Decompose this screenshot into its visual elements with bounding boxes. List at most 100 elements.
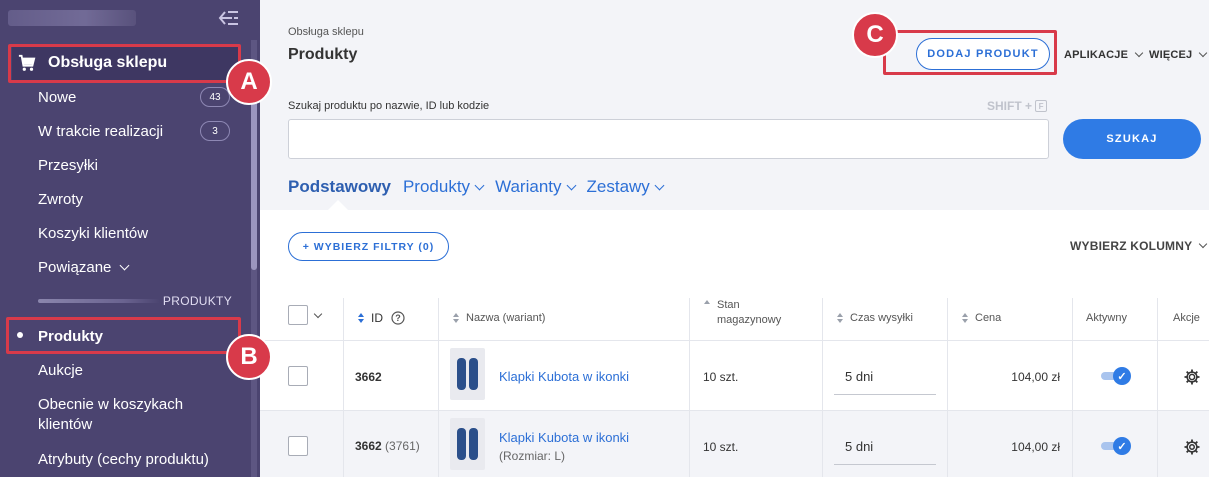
tab-label: Podstawowy bbox=[288, 177, 391, 196]
column-divider bbox=[1072, 298, 1073, 477]
collapse-sidebar-icon[interactable] bbox=[216, 8, 242, 30]
shortcut-key: F bbox=[1035, 100, 1048, 112]
gear-icon[interactable] bbox=[1183, 368, 1201, 386]
sidebar-item-nowe[interactable]: Nowe bbox=[38, 88, 76, 106]
gear-icon[interactable] bbox=[1183, 438, 1201, 456]
sidebar-item-customer-carts[interactable]: Koszyki klientów bbox=[38, 224, 148, 242]
chevron-down-icon bbox=[1134, 48, 1144, 58]
column-divider bbox=[689, 298, 690, 477]
product-price: 104,00 zł bbox=[1011, 440, 1060, 454]
chevron-down-icon bbox=[474, 180, 485, 190]
sidebar-item-label: Przesyłki bbox=[38, 156, 99, 174]
annotation-highlight-c bbox=[883, 30, 1057, 75]
column-header-name[interactable]: Nazwa (wariant) bbox=[453, 295, 545, 341]
product-price: 104,00 zł bbox=[1011, 370, 1060, 384]
select-all-checkbox[interactable] bbox=[288, 305, 308, 325]
product-thumbnail[interactable] bbox=[450, 418, 485, 470]
choose-columns-button[interactable]: WYBIERZ KOLUMNY bbox=[1070, 239, 1208, 253]
search-button[interactable]: SZUKAJ bbox=[1063, 119, 1201, 159]
sidebar-item-label: W trakcie realizacji bbox=[38, 122, 164, 140]
count-badge: 3 bbox=[200, 121, 230, 141]
keyboard-shortcut-hint: SHIFT + F bbox=[987, 99, 1048, 113]
field-underline bbox=[834, 464, 936, 465]
chevron-down-icon[interactable] bbox=[313, 309, 323, 319]
column-header-label: Cena bbox=[975, 312, 1002, 324]
product-name-link[interactable]: Klapki Kubota w ikonki bbox=[499, 369, 629, 384]
column-divider bbox=[438, 298, 439, 477]
sidebar-item-auctions[interactable]: Aukcje bbox=[38, 361, 83, 379]
annotation-highlight-a bbox=[8, 44, 241, 83]
column-header-label: Nazwa (wariant) bbox=[466, 312, 546, 324]
chevron-down-icon bbox=[1199, 48, 1208, 58]
sidebar-item-label: Zwroty bbox=[38, 190, 83, 208]
column-header-id[interactable]: ID ? bbox=[358, 295, 405, 341]
sidebar-item-label: Atrybuty (cechy produktu) bbox=[38, 450, 209, 468]
tab-label: Zestawy bbox=[586, 177, 650, 196]
svg-text:?: ? bbox=[395, 313, 401, 323]
tab-basic[interactable]: Podstawowy bbox=[288, 177, 391, 197]
column-header-label: Akcje bbox=[1173, 312, 1200, 324]
column-divider bbox=[343, 298, 344, 477]
check-icon: ✓ bbox=[1113, 367, 1131, 385]
sidebar-item-in-carts-now[interactable]: Obecnie w koszykach klientów bbox=[38, 395, 218, 435]
page-title: Produkty bbox=[288, 46, 358, 63]
sidebar-item-label: Powiązane bbox=[38, 258, 112, 276]
choose-columns-label: WYBIERZ KOLUMNY bbox=[1070, 239, 1193, 253]
check-icon: ✓ bbox=[1113, 437, 1131, 455]
tab-products[interactable]: Produkty bbox=[402, 177, 485, 197]
sidebar-item-in-progress[interactable]: W trakcie realizacji bbox=[38, 122, 163, 140]
row-checkbox[interactable] bbox=[288, 436, 308, 456]
product-thumbnail[interactable] bbox=[450, 348, 485, 400]
sidebar-item-related[interactable]: Powiązane bbox=[38, 258, 130, 276]
sort-icon bbox=[962, 313, 968, 323]
chevron-down-icon bbox=[1199, 239, 1208, 249]
chevron-down-icon bbox=[119, 260, 130, 270]
chevron-down-icon bbox=[566, 180, 576, 190]
apps-menu[interactable]: APLIKACJE bbox=[1064, 48, 1144, 61]
product-stock: 10 szt. bbox=[703, 370, 739, 384]
sidebar-item-label: Aukcje bbox=[38, 361, 84, 379]
more-menu[interactable]: WIĘCEJ bbox=[1149, 48, 1208, 61]
product-id-group: 3662 (3761) bbox=[355, 439, 420, 453]
sort-icon bbox=[837, 313, 843, 323]
shipping-time-field[interactable]: 5 dni bbox=[845, 369, 873, 384]
table-divider bbox=[260, 410, 1209, 411]
column-divider bbox=[822, 298, 823, 477]
row-checkbox[interactable] bbox=[288, 366, 308, 386]
store-logo-blurred bbox=[8, 10, 136, 26]
active-tab-indicator bbox=[328, 200, 348, 210]
sidebar-item-label: Koszyki klientów bbox=[38, 224, 149, 242]
column-header-label: Aktywny bbox=[1086, 312, 1127, 324]
search-input[interactable] bbox=[288, 119, 1049, 159]
shortcut-text: SHIFT + bbox=[987, 99, 1033, 113]
sidebar-item-attributes[interactable]: Atrybuty (cechy produktu) bbox=[38, 450, 209, 468]
column-header-label: Stan magazynowy bbox=[717, 299, 782, 326]
variant-id: (3761) bbox=[385, 439, 420, 453]
tab-variants[interactable]: Warianty bbox=[495, 177, 576, 197]
main-content: Obsługa sklepu Produkty DODAJ PRODUKT AP… bbox=[260, 0, 1209, 477]
sidebar-header bbox=[0, 0, 260, 40]
apps-menu-label: APLIKACJE bbox=[1064, 49, 1129, 61]
column-header-price[interactable]: Cena bbox=[962, 295, 1001, 341]
column-header-label: ID bbox=[371, 311, 383, 325]
active-toggle[interactable]: ✓ bbox=[1101, 367, 1131, 385]
annotation-marker-b: B bbox=[226, 334, 272, 380]
column-header-stock[interactable]: Stan magazynowy bbox=[704, 295, 789, 341]
shipping-time-field[interactable]: 5 dni bbox=[845, 439, 873, 454]
help-icon[interactable]: ? bbox=[391, 311, 405, 325]
sidebar-item-shipments[interactable]: Przesyłki bbox=[38, 156, 98, 174]
tab-label: Produkty bbox=[402, 177, 471, 196]
column-header-shipping[interactable]: Czas wysyłki bbox=[837, 295, 913, 341]
sort-icon bbox=[358, 313, 364, 323]
column-divider bbox=[947, 298, 948, 477]
breadcrumb[interactable]: Obsługa sklepu bbox=[288, 26, 364, 38]
tab-bundles[interactable]: Zestawy bbox=[586, 177, 665, 197]
product-tabs: Podstawowy Produkty Warianty Zestawy bbox=[288, 175, 675, 199]
product-name-link[interactable]: Klapki Kubota w ikonki bbox=[499, 430, 629, 445]
choose-filters-button[interactable]: + WYBIERZ FILTRY (0) bbox=[288, 232, 449, 261]
column-header-actions: Akcje bbox=[1173, 295, 1200, 341]
product-id: 3662 bbox=[355, 370, 382, 384]
active-toggle[interactable]: ✓ bbox=[1101, 437, 1131, 455]
sidebar-item-returns[interactable]: Zwroty bbox=[38, 190, 83, 208]
sidebar-item-label: Obecnie w koszykach klientów bbox=[38, 396, 184, 433]
